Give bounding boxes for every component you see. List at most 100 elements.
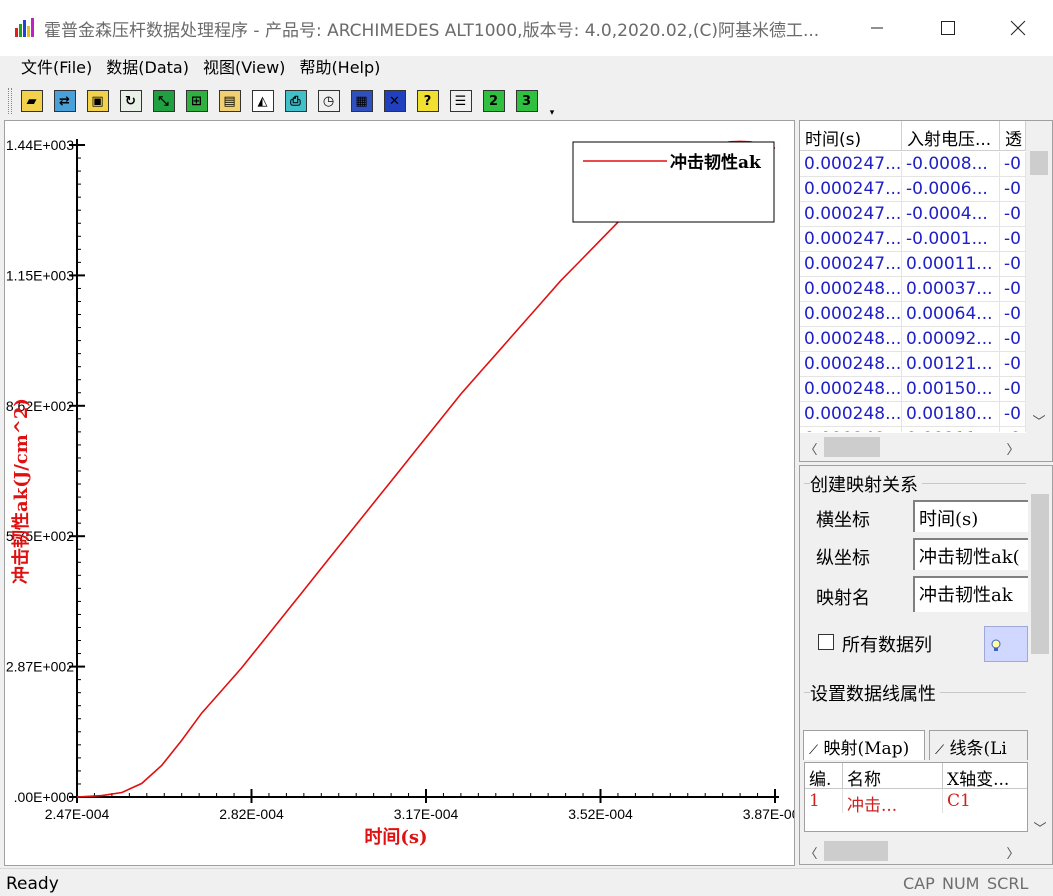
mapping-table-header-name[interactable]: 名称 bbox=[843, 763, 943, 789]
grid-cell-transmitted[interactable]: -0 bbox=[1000, 177, 1026, 202]
grid-cell-incident-voltage[interactable]: 0.00150... bbox=[902, 377, 1000, 402]
grid-cell-transmitted[interactable]: -0 bbox=[1000, 202, 1026, 227]
grid-cell-incident-voltage[interactable]: 0.00121... bbox=[902, 352, 1000, 377]
grid-header-transmitted[interactable]: 透 bbox=[1000, 121, 1026, 151]
grid-cell-incident-voltage[interactable]: -0.0006... bbox=[902, 177, 1000, 202]
mapping-horizontal-scrollbar[interactable]: 〈 〉 bbox=[800, 838, 1052, 864]
grid-cell-time[interactable]: 0.000248... bbox=[800, 427, 902, 432]
grid-cell-incident-voltage[interactable]: 0.00011... bbox=[902, 252, 1000, 277]
properties-button[interactable]: ☰ bbox=[447, 88, 474, 115]
menu-data[interactable]: 数据(Data) bbox=[99, 56, 196, 80]
step-2-button[interactable]: 2 bbox=[480, 88, 507, 115]
table-button[interactable]: ▤ bbox=[216, 88, 243, 115]
mapping-row-no[interactable]: 1 bbox=[805, 789, 843, 813]
table-row[interactable]: 0.000248... 0.00121... -0 bbox=[800, 352, 1026, 377]
grid-horizontal-scrollbar[interactable]: 〈 〉 bbox=[800, 433, 1052, 461]
table-row[interactable]: 0.000248... 0.00092... -0 bbox=[800, 327, 1026, 352]
scroll-right-icon[interactable]: 〉 bbox=[1004, 843, 1022, 862]
table-row[interactable]: 0.000248...0.00211...-0 bbox=[800, 427, 1026, 432]
mapping-horizontal-thumb[interactable] bbox=[824, 841, 888, 861]
table-row[interactable]: 0.000247... 0.00011... -0 bbox=[800, 252, 1026, 277]
save-button[interactable]: ▣ bbox=[84, 88, 111, 115]
insert-button[interactable]: ⊞ bbox=[183, 88, 210, 115]
grid-horizontal-thumb[interactable] bbox=[824, 437, 880, 457]
table-row[interactable]: 0.000248... 0.00150... -0 bbox=[800, 377, 1026, 402]
toolbar-grip[interactable] bbox=[8, 88, 12, 114]
tab-line[interactable]: ⟋ 线条(Li bbox=[929, 730, 1028, 760]
mapping-row-x[interactable]: C1 bbox=[943, 789, 1027, 813]
x-axis-select[interactable]: 时间(s) bbox=[913, 500, 1028, 532]
step-3-button[interactable]: 3 bbox=[513, 88, 540, 115]
grid-cell-transmitted[interactable]: -0 bbox=[1000, 402, 1026, 427]
grid-cell-time[interactable]: 0.000248... bbox=[800, 377, 902, 402]
grid-cell-time[interactable]: 0.000247... bbox=[800, 227, 902, 252]
grid-cell-transmitted[interactable]: -0 bbox=[1000, 252, 1026, 277]
grid-cell-time[interactable]: 0.000248... bbox=[800, 302, 902, 327]
grid-cell-incident-voltage[interactable]: -0.0001... bbox=[902, 227, 1000, 252]
y-axis-select[interactable]: 冲击韧性ak( bbox=[913, 538, 1028, 570]
grid-cell-incident-voltage[interactable]: 0.00037... bbox=[902, 277, 1000, 302]
all-columns-checkbox[interactable] bbox=[818, 634, 834, 650]
maximize-button[interactable] bbox=[913, 0, 983, 56]
add-mapping-button[interactable] bbox=[984, 626, 1028, 662]
grid-cell-time[interactable]: 0.000247... bbox=[800, 202, 902, 227]
grid-header-time[interactable]: 时间(s) bbox=[800, 121, 902, 151]
grid-cell-transmitted[interactable]: -0 bbox=[1000, 152, 1026, 177]
grid-cell-incident-voltage[interactable]: 0.00211... bbox=[902, 427, 1000, 432]
toolbar-overflow-button[interactable]: ▾ bbox=[546, 84, 558, 118]
menu-view[interactable]: 视图(View) bbox=[196, 56, 292, 80]
grid-cell-transmitted[interactable]: -0 bbox=[1000, 227, 1026, 252]
title-bar[interactable]: 霍普金森压杆数据处理程序 - 产品号: ARCHIMEDES ALT1000,版… bbox=[0, 0, 1053, 56]
grid-cell-incident-voltage[interactable]: 0.00092... bbox=[902, 327, 1000, 352]
table-row[interactable]: 0.000247... -0.0008... -0 bbox=[800, 152, 1026, 177]
table-row[interactable]: 0.000248... 0.00180... -0 bbox=[800, 402, 1026, 427]
xy-axis-button[interactable]: ⤡ bbox=[150, 88, 177, 115]
import-button[interactable]: ⇄ bbox=[51, 88, 78, 115]
print-button[interactable]: ⎙ bbox=[282, 88, 309, 115]
grid-vertical-scrollbar[interactable]: ﹀ bbox=[1026, 121, 1052, 433]
scroll-down-icon[interactable]: ﹀ bbox=[1030, 411, 1048, 430]
grid-cell-incident-voltage[interactable]: 0.00180... bbox=[902, 402, 1000, 427]
scroll-left-icon[interactable]: 〈 bbox=[802, 843, 820, 862]
mapping-vertical-thumb[interactable] bbox=[1031, 494, 1049, 654]
mapping-name-input[interactable]: 冲击韧性ak bbox=[913, 576, 1028, 612]
grid-cell-incident-voltage[interactable]: -0.0004... bbox=[902, 202, 1000, 227]
grid-vertical-thumb[interactable] bbox=[1030, 151, 1048, 175]
table-row[interactable]: 0.000247... -0.0001... -0 bbox=[800, 227, 1026, 252]
grid-cell-transmitted[interactable]: -0 bbox=[1000, 327, 1026, 352]
grid-cell-transmitted[interactable]: -0 bbox=[1000, 427, 1026, 432]
grid-cell-incident-voltage[interactable]: 0.00064... bbox=[902, 302, 1000, 327]
tab-map[interactable]: ⟋ 映射(Map) bbox=[803, 730, 925, 760]
menu-help[interactable]: 帮助(Help) bbox=[292, 56, 387, 80]
refresh-button[interactable]: ↻ bbox=[117, 88, 144, 115]
mapping-row-name[interactable]: 冲击... bbox=[843, 789, 943, 813]
stop-button[interactable]: ✕ bbox=[381, 88, 408, 115]
grid-cell-transmitted[interactable]: -0 bbox=[1000, 352, 1026, 377]
grid-cell-time[interactable]: 0.000248... bbox=[800, 327, 902, 352]
mapping-vertical-scrollbar[interactable]: ﹀ bbox=[1028, 466, 1052, 837]
grid-cell-transmitted[interactable]: -0 bbox=[1000, 277, 1026, 302]
scroll-down-icon[interactable]: ﹀ bbox=[1031, 818, 1049, 837]
calculator-button[interactable]: ▦ bbox=[348, 88, 375, 115]
table-row[interactable]: 0.000248... 0.00064... -0 bbox=[800, 302, 1026, 327]
table-row[interactable]: 0.000247... -0.0006... -0 bbox=[800, 177, 1026, 202]
minimize-button[interactable] bbox=[842, 0, 912, 56]
table-row[interactable]: 0.000248... 0.00037... -0 bbox=[800, 277, 1026, 302]
scroll-left-icon[interactable]: 〈 bbox=[802, 439, 820, 458]
grid-header-incident-voltage[interactable]: 入射电压... bbox=[902, 121, 1000, 151]
clock-button[interactable]: ◷ bbox=[315, 88, 342, 115]
grid-cell-time[interactable]: 0.000248... bbox=[800, 352, 902, 377]
chart-button[interactable]: ◭ bbox=[249, 88, 276, 115]
grid-cell-time[interactable]: 0.000247... bbox=[800, 152, 902, 177]
grid-cell-time[interactable]: 0.000248... bbox=[800, 277, 902, 302]
menu-file[interactable]: 文件(File) bbox=[14, 56, 99, 80]
table-row[interactable]: 0.000247... -0.0004... -0 bbox=[800, 202, 1026, 227]
grid-cell-transmitted[interactable]: -0 bbox=[1000, 302, 1026, 327]
mapping-table-header-no[interactable]: 编. bbox=[805, 763, 843, 789]
grid-cell-time[interactable]: 0.000247... bbox=[800, 177, 902, 202]
grid-cell-incident-voltage[interactable]: -0.0008... bbox=[902, 152, 1000, 177]
scroll-right-icon[interactable]: 〉 bbox=[1004, 439, 1022, 458]
grid-cell-time[interactable]: 0.000247... bbox=[800, 252, 902, 277]
close-button[interactable] bbox=[983, 0, 1053, 56]
mapping-table-header-x[interactable]: X轴变... bbox=[943, 763, 1027, 789]
